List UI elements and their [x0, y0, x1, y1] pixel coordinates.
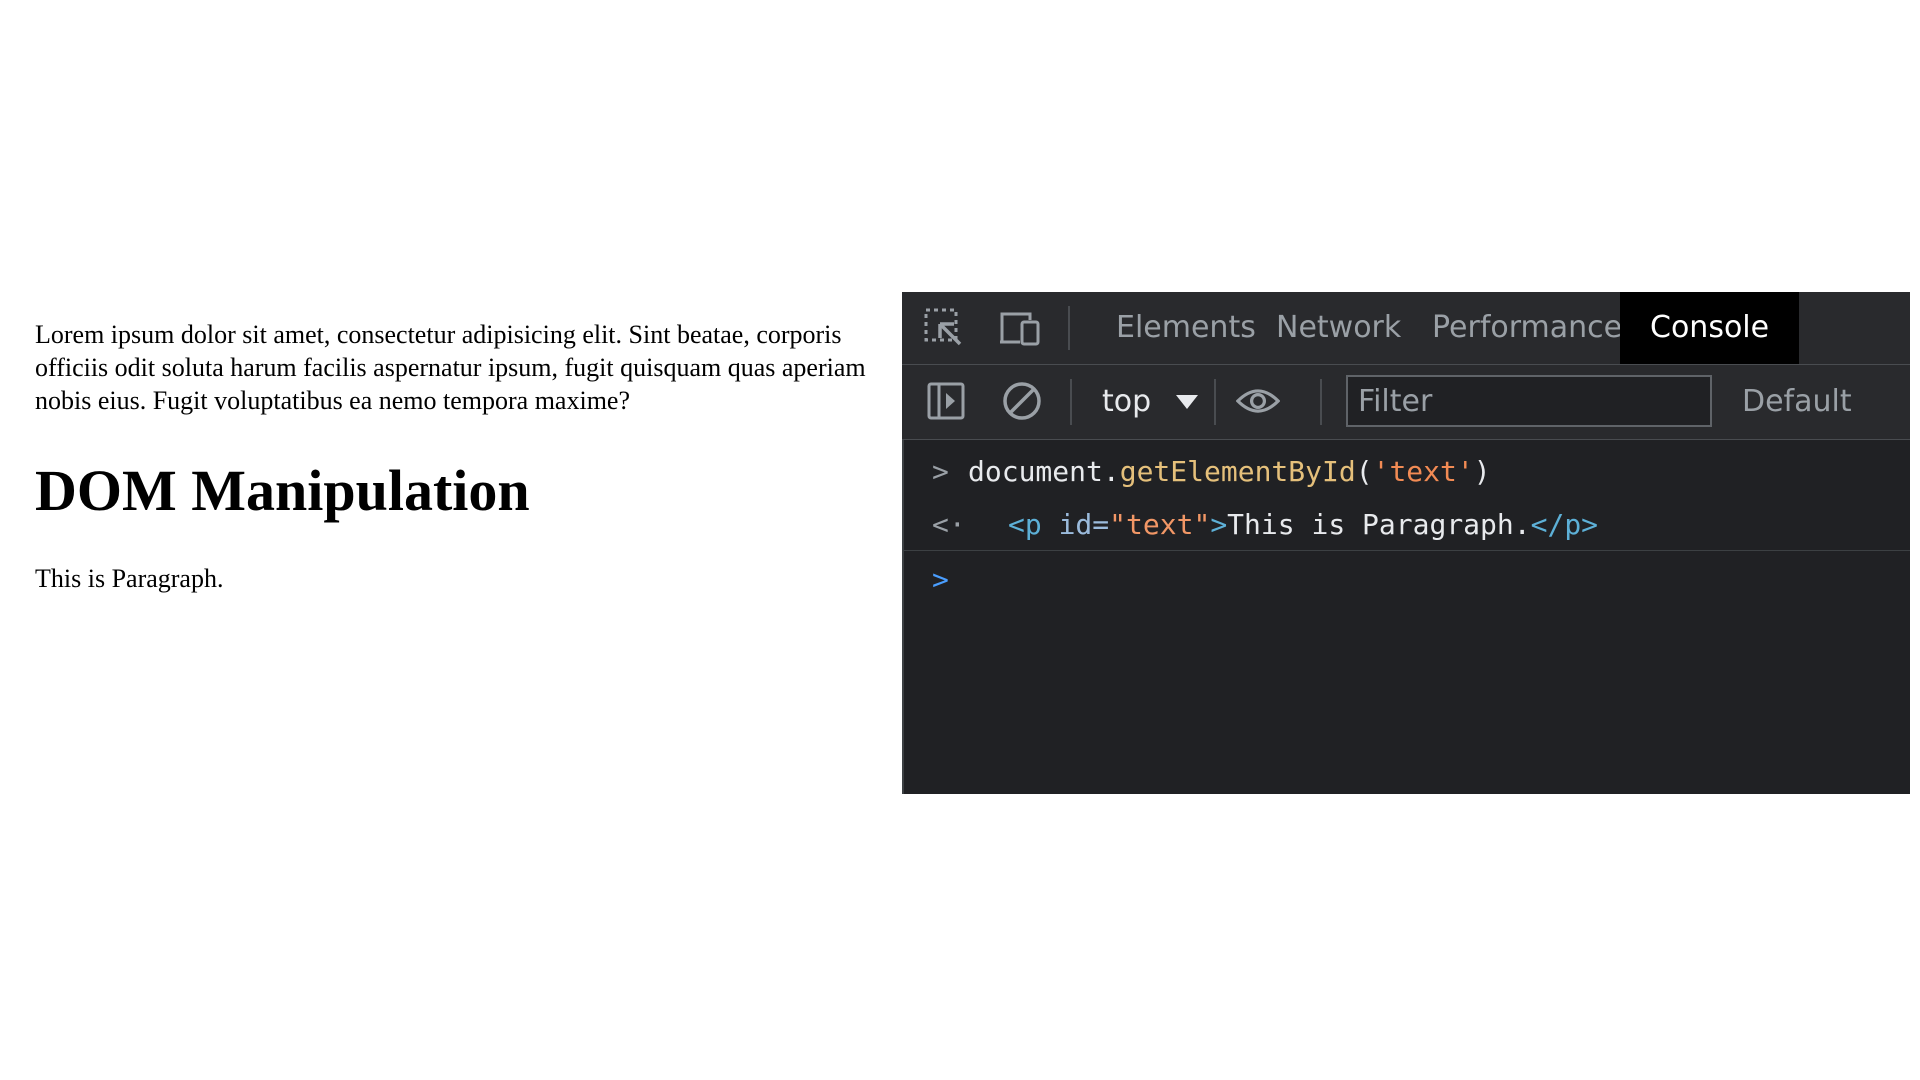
result-attr-value: "text": [1109, 508, 1211, 541]
console-result-line: <· <p id="text">This is Paragraph.</p>: [902, 500, 1910, 551]
result-close-tag: </p>: [1530, 508, 1599, 541]
toolbar-divider: [1320, 379, 1322, 425]
devtools-tab-bar: Elements Network Performance Console: [902, 292, 1910, 365]
result-tag-end: >: [1210, 508, 1228, 541]
cmd-close-paren: ): [1473, 455, 1491, 488]
console-filter-input[interactable]: [1346, 375, 1712, 427]
clear-console-icon[interactable]: [1000, 379, 1044, 423]
tab-console[interactable]: Console: [1620, 292, 1800, 364]
result-element-node[interactable]: <p id="text">This is Paragraph.</p>: [1008, 500, 1598, 550]
console-output[interactable]: > document.getElementById('text') <· <p …: [902, 440, 1910, 794]
devtools-panel: Elements Network Performance Console top: [902, 292, 1910, 794]
toolbar-divider: [1068, 306, 1070, 350]
result-open-tag: <p: [1008, 508, 1042, 541]
sidebar-toggle-icon[interactable]: [924, 379, 968, 423]
result-attr-name: id=: [1041, 508, 1110, 541]
cmd-open-paren: (: [1355, 455, 1373, 488]
cmd-object: document.: [968, 455, 1120, 488]
page-heading: DOM Manipulation: [35, 458, 530, 523]
result-arrow-icon: <·: [932, 508, 966, 541]
tab-performance[interactable]: Performance: [1432, 292, 1622, 364]
cmd-method: getElementById: [1119, 455, 1356, 488]
tab-network[interactable]: Network: [1276, 292, 1401, 364]
device-toolbar-icon[interactable]: [998, 306, 1042, 350]
input-prompt-icon: >: [932, 455, 949, 488]
console-toolbar: top Default: [902, 365, 1910, 440]
rendered-page: Lorem ipsum dolor sit amet, consectetur …: [35, 318, 885, 595]
console-input-line: > document.getElementById('text'): [902, 452, 1910, 492]
intro-paragraph: Lorem ipsum dolor sit amet, consectetur …: [35, 320, 866, 415]
input-prompt-icon: >: [932, 563, 949, 596]
tab-elements[interactable]: Elements: [1116, 292, 1256, 364]
cmd-argument: 'text': [1372, 455, 1474, 488]
context-dropdown-icon[interactable]: [1176, 395, 1198, 409]
result-text: This is Paragraph.: [1227, 508, 1531, 541]
inspect-element-icon[interactable]: [922, 306, 966, 350]
console-prompt-line[interactable]: >: [902, 560, 1910, 600]
console-command[interactable]: document.getElementById('text'): [968, 452, 1491, 492]
target-paragraph: This is Paragraph.: [35, 564, 224, 593]
log-levels-dropdown[interactable]: Default: [1742, 365, 1852, 439]
live-expression-eye-icon[interactable]: [1236, 379, 1280, 423]
toolbar-divider: [1214, 379, 1216, 425]
toolbar-divider: [1070, 379, 1072, 425]
context-selector[interactable]: top: [1102, 365, 1151, 439]
